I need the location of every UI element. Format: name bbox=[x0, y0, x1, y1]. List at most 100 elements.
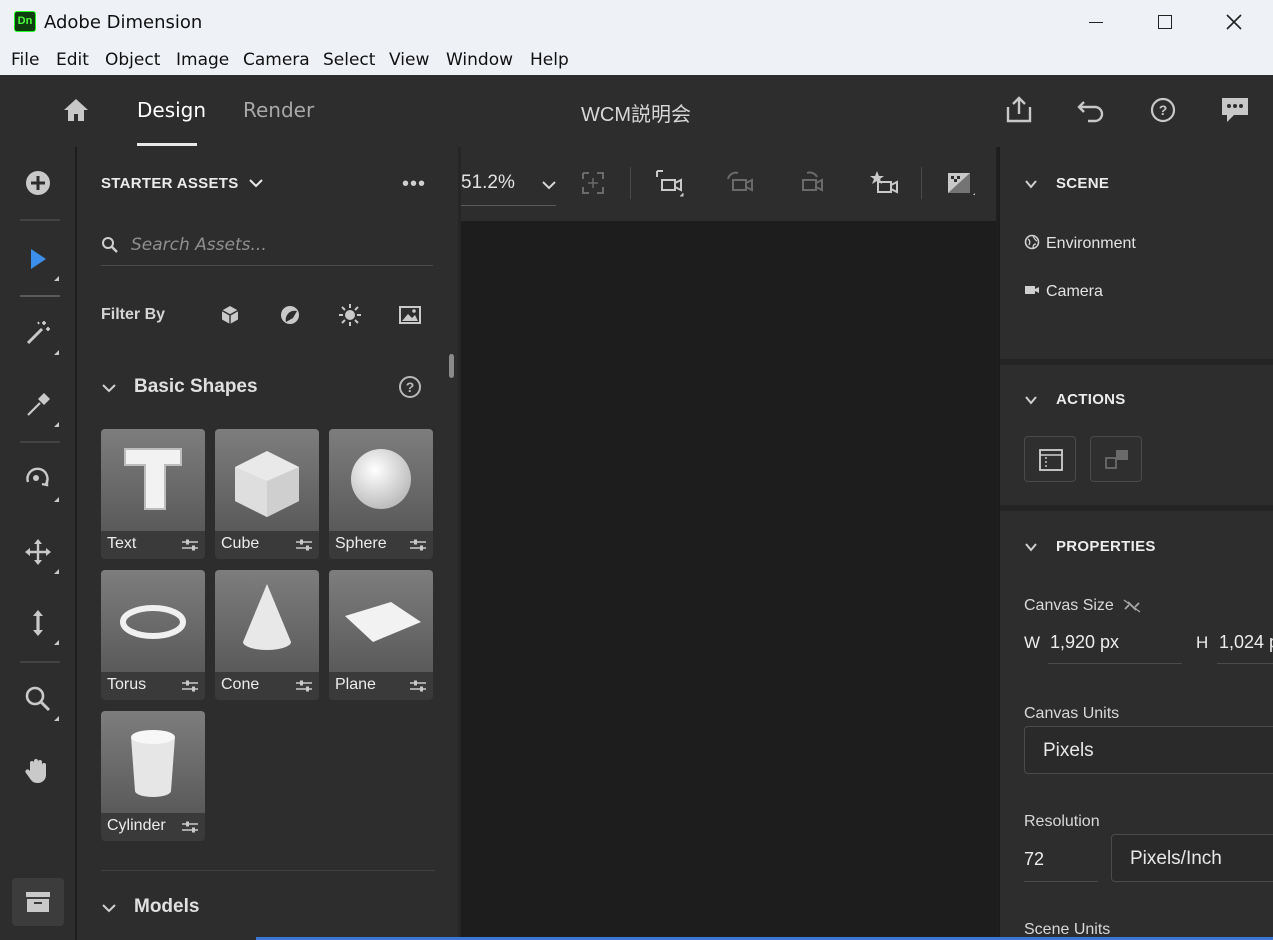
filter-label: Filter By bbox=[101, 306, 166, 323]
filter-lights-icon[interactable] bbox=[338, 303, 362, 327]
undo-icon[interactable] bbox=[1074, 93, 1108, 127]
text-shape-thumbnail bbox=[101, 429, 205, 531]
render-preview-icon[interactable] bbox=[943, 167, 975, 199]
tab-render[interactable]: Render bbox=[243, 98, 314, 122]
chevron-down-icon[interactable] bbox=[1024, 177, 1038, 191]
menu-window[interactable]: Window bbox=[446, 50, 513, 70]
rail-divider bbox=[20, 219, 60, 221]
help-icon[interactable]: ? bbox=[399, 376, 421, 398]
menu-file[interactable]: File bbox=[11, 50, 39, 70]
share-icon[interactable] bbox=[1002, 93, 1036, 127]
canvas-width-field[interactable]: 1,920 px bbox=[1050, 632, 1119, 653]
section-basic-shapes[interactable]: Basic Shapes bbox=[134, 376, 258, 398]
search-input[interactable] bbox=[131, 232, 421, 258]
adjust-icon[interactable] bbox=[409, 679, 427, 693]
app-header: Design Render WCM説明会 ? bbox=[0, 75, 1273, 147]
canvas-viewport[interactable]: 51.2% bbox=[461, 147, 996, 940]
orbit-icon bbox=[26, 467, 49, 487]
more-options-icon[interactable]: ••• bbox=[402, 173, 426, 196]
dolly-tool[interactable] bbox=[20, 605, 59, 645]
help-icon[interactable]: ? bbox=[1146, 93, 1180, 127]
filter-images-icon[interactable] bbox=[398, 303, 422, 327]
menu-select[interactable]: Select bbox=[323, 50, 375, 70]
home-icon[interactable] bbox=[59, 93, 93, 127]
asset-tile-cone[interactable]: Cone bbox=[215, 570, 319, 700]
camera-bookmark-icon[interactable] bbox=[868, 167, 900, 199]
asset-tile-cube[interactable]: Cube bbox=[215, 429, 319, 559]
minimize-icon bbox=[1089, 22, 1103, 23]
add-content-icon[interactable] bbox=[20, 165, 56, 201]
assets-panel: STARTER ASSETS ••• Filter By Basic Shape… bbox=[77, 147, 458, 940]
canvas-height-field[interactable]: 1,024 p bbox=[1219, 632, 1273, 653]
actions-section-title[interactable]: ACTIONS bbox=[1056, 391, 1126, 408]
select-tool[interactable] bbox=[20, 241, 59, 281]
zoom-tool[interactable] bbox=[20, 681, 59, 721]
frame-selection-icon[interactable] bbox=[577, 167, 609, 199]
rail-divider bbox=[20, 295, 60, 297]
hand-icon[interactable] bbox=[20, 753, 56, 789]
fit-canvas-button[interactable] bbox=[1024, 436, 1076, 482]
feedback-icon[interactable] bbox=[1218, 93, 1252, 127]
chevron-down-icon[interactable] bbox=[102, 903, 116, 913]
menu-edit[interactable]: Edit bbox=[56, 50, 89, 70]
section-models[interactable]: Models bbox=[134, 896, 199, 918]
close-button[interactable] bbox=[1200, 0, 1268, 45]
asset-tile-plane[interactable]: Plane bbox=[329, 570, 433, 700]
scene-item-camera[interactable]: Camera bbox=[1024, 282, 1103, 301]
tab-design[interactable]: Design bbox=[137, 98, 206, 122]
asset-tile-text[interactable]: Text bbox=[101, 429, 205, 559]
zoom-level[interactable]: 51.2% bbox=[461, 172, 515, 194]
chevron-down-icon[interactable] bbox=[1024, 540, 1038, 554]
scene-item-environment[interactable]: Environment bbox=[1024, 234, 1136, 253]
menu-view[interactable]: View bbox=[389, 50, 429, 70]
resolution-field[interactable]: 72 bbox=[1024, 849, 1044, 870]
adjust-icon[interactable] bbox=[295, 538, 313, 552]
resolution-unit-dropdown[interactable]: Pixels/Inch bbox=[1111, 834, 1273, 882]
archive-icon bbox=[26, 892, 50, 912]
orbit-tool[interactable] bbox=[20, 462, 59, 502]
filter-models-icon[interactable] bbox=[218, 303, 242, 327]
field-underline bbox=[1024, 881, 1098, 882]
chevron-down-icon[interactable] bbox=[102, 383, 116, 393]
archive-button[interactable] bbox=[12, 878, 64, 926]
menu-object[interactable]: Object bbox=[105, 50, 160, 70]
asset-tile-cylinder[interactable]: Cylinder bbox=[101, 711, 205, 841]
assets-scrollbar[interactable] bbox=[449, 354, 454, 378]
magic-wand-tool[interactable] bbox=[20, 315, 59, 355]
eyedropper-tool[interactable] bbox=[20, 387, 59, 427]
camera-frame-icon[interactable] bbox=[653, 167, 685, 199]
toolbar-divider bbox=[630, 167, 631, 199]
asset-tile-sphere[interactable]: Sphere bbox=[329, 429, 433, 559]
menu-image[interactable]: Image bbox=[176, 50, 229, 70]
assets-library-dropdown[interactable]: STARTER ASSETS bbox=[101, 175, 263, 192]
chevron-down-icon bbox=[249, 179, 263, 188]
adjust-icon[interactable] bbox=[181, 679, 199, 693]
chevron-down-icon[interactable] bbox=[541, 179, 557, 191]
menu-camera[interactable]: Camera bbox=[243, 50, 310, 70]
adjust-icon[interactable] bbox=[409, 538, 427, 552]
search-icon bbox=[102, 237, 118, 253]
canvas-units-dropdown[interactable]: Pixels bbox=[1024, 726, 1273, 774]
adjust-icon[interactable] bbox=[181, 820, 199, 834]
properties-section-title[interactable]: PROPERTIES bbox=[1056, 538, 1156, 555]
maximize-button[interactable] bbox=[1131, 0, 1199, 45]
adjust-icon[interactable] bbox=[295, 679, 313, 693]
align-to-ground-button[interactable] bbox=[1090, 436, 1142, 482]
adjust-icon[interactable] bbox=[181, 538, 199, 552]
asset-tile-torus[interactable]: Torus bbox=[101, 570, 205, 700]
tool-rail bbox=[0, 147, 76, 940]
scene-section-title[interactable]: SCENE bbox=[1056, 175, 1109, 192]
camera-undo-icon[interactable] bbox=[724, 167, 756, 199]
chevron-down-icon[interactable] bbox=[1024, 393, 1038, 407]
menu-bar: File Edit Object Image Camera Select Vie… bbox=[0, 45, 1273, 75]
sphere-thumbnail bbox=[329, 429, 433, 531]
asset-tile-label: Cube bbox=[221, 535, 260, 552]
tool-flyout-indicator bbox=[54, 350, 59, 355]
menu-help[interactable]: Help bbox=[530, 50, 569, 70]
unlink-icon[interactable] bbox=[1122, 598, 1142, 614]
pan-move-tool[interactable] bbox=[20, 534, 59, 574]
camera-redo-icon[interactable] bbox=[797, 167, 829, 199]
minimize-button[interactable] bbox=[1062, 0, 1130, 45]
rail-divider bbox=[20, 661, 60, 663]
filter-materials-icon[interactable] bbox=[278, 303, 302, 327]
